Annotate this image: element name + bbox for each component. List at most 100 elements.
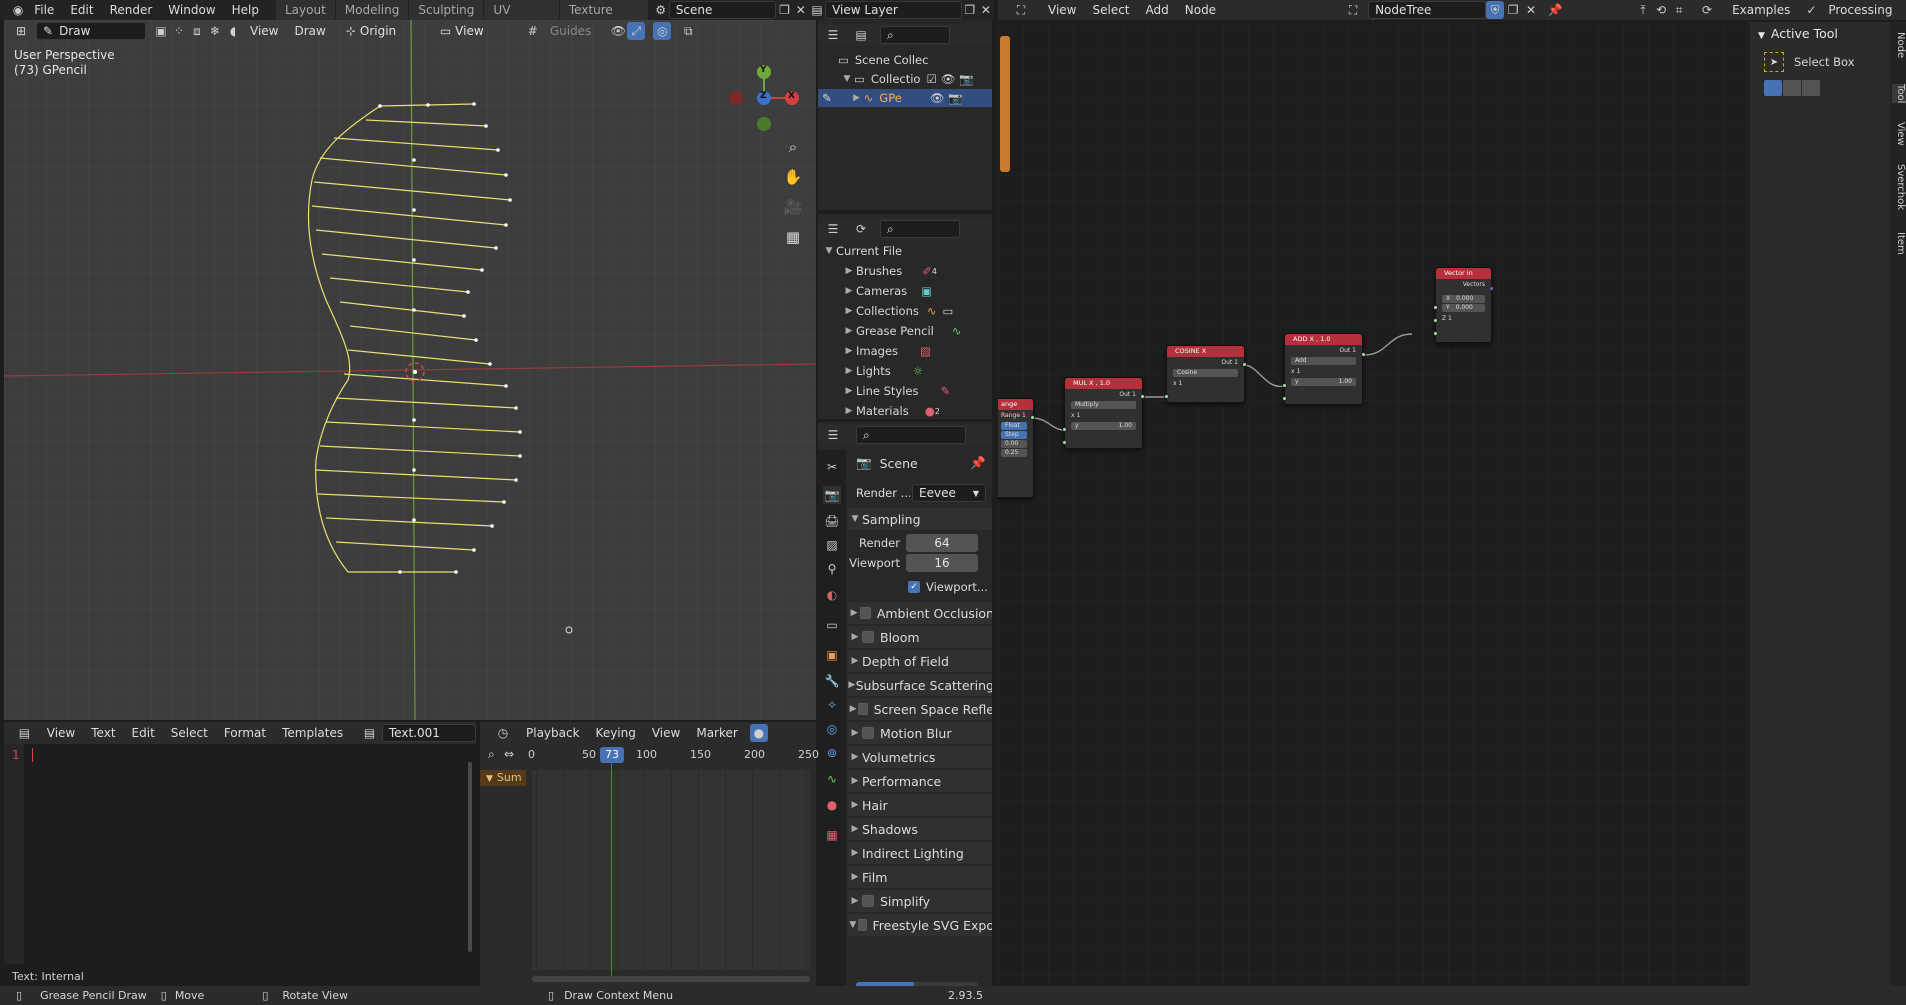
node-mul-y[interactable]: y 1.00 <box>1071 422 1136 430</box>
dopesheet-area[interactable] <box>532 770 810 970</box>
socket-cos-out[interactable] <box>1242 362 1247 367</box>
node-vector-in[interactable]: Vector in Vectors X 0.000 Y 0.000 Z 1 <box>1435 267 1492 343</box>
blendfile-lights[interactable]: ▶ Lights ☼ <box>818 362 923 380</box>
viewport-area[interactable]: ⊞ ✎ Draw ▣ ⁘ ⧈ ❄ ◖ View Draw ⊹ Origin ▭ Vie… <box>4 20 816 720</box>
panel-enable-checkbox[interactable] <box>860 607 871 619</box>
view-layer-selector[interactable]: View Layer <box>825 1 962 19</box>
blendfile-collections[interactable]: ▶ Collections ∿ ▭ <box>818 302 954 320</box>
record-icon[interactable]: ● <box>749 724 768 742</box>
node-add[interactable]: ADD X , 1.0 Out 1 Add x 1 y 1.00 <box>1284 333 1363 405</box>
timeline-hscrollbar[interactable] <box>532 976 810 982</box>
node-menu-node[interactable]: Node <box>1177 3 1224 17</box>
panel-expand-icon[interactable]: ▶ <box>848 632 862 642</box>
pan-hand-icon[interactable]: ✋ <box>782 168 804 190</box>
blendfile-images[interactable]: ▶ Images ▨ <box>818 342 931 360</box>
outliner-collection[interactable]: ▼ ▭ Collectio ☑ 👁 📷 <box>818 70 974 88</box>
panel-indirect-lighting[interactable]: ▶ Indirect Lighting <box>848 842 992 864</box>
node-close-icon[interactable]: ✕ <box>1522 1 1540 19</box>
node-vector-y[interactable]: Y 0.000 <box>1442 304 1485 312</box>
timeline-type-icon[interactable]: ◷ <box>494 724 512 742</box>
viewport-canvas[interactable] <box>4 20 816 720</box>
render-engine-dropdown[interactable]: Eevee ▼ <box>912 484 986 502</box>
node-cosine[interactable]: COSINE X Out 1 Cosine x 1 <box>1166 345 1245 403</box>
data-tab-icon[interactable]: ∿ <box>823 770 841 788</box>
text-menu-format[interactable]: Format <box>216 726 274 740</box>
effects-tab-icon[interactable]: ✧ <box>823 696 841 714</box>
timeline-menu-marker[interactable]: Marker <box>688 726 745 740</box>
socket-mul-y[interactable] <box>1062 440 1067 445</box>
panel-motion-blur[interactable]: ▶ Motion Blur <box>848 722 992 744</box>
mode-extend-icon[interactable] <box>1783 80 1801 96</box>
panel-enable-checkbox[interactable] <box>858 703 868 715</box>
processing-toggle[interactable]: Processing <box>1820 3 1894 17</box>
gizmo-icon[interactable]: ⤢ <box>627 22 646 40</box>
view-layer-icon[interactable]: ▤ <box>809 1 825 19</box>
copy-layer-icon[interactable]: ❐ <box>962 1 978 19</box>
summary-expand-icon[interactable]: ▼ <box>486 774 493 784</box>
fake-user-icon[interactable]: ⛨ <box>1486 1 1505 19</box>
object-tab-icon[interactable]: ▣ <box>823 646 841 664</box>
render-tab-icon[interactable]: 📷 <box>823 486 841 504</box>
gp-render-icon[interactable]: 📷 <box>948 91 962 105</box>
node-range-step[interactable]: Step <box>1001 431 1027 439</box>
node-range[interactable]: ange Range 1 Float Step 0.00 0.25 <box>998 398 1034 498</box>
blendfile-brushes[interactable]: ▶ Brushes ✐ 4 <box>818 262 937 280</box>
mode-selector[interactable]: ✎ Draw <box>36 22 146 40</box>
zoom-icon[interactable]: ⌕ <box>782 138 804 160</box>
panel-expand-icon[interactable]: ▶ <box>848 872 862 882</box>
node-menu-add[interactable]: Add <box>1138 3 1177 17</box>
editor-type-icon[interactable]: ⊞ <box>12 22 30 40</box>
close-icon[interactable]: ✕ <box>793 1 809 19</box>
panel-simplify[interactable]: ▶ Simplify <box>848 890 992 912</box>
node-cosine-operation[interactable]: Cosine <box>1173 369 1238 377</box>
world-tab-icon[interactable]: ◐ <box>823 586 841 604</box>
timeline-search-icon[interactable]: ⌕ <box>488 747 495 762</box>
socket-vec-x[interactable] <box>1433 305 1438 310</box>
timeline-menu-keying[interactable]: Keying <box>588 726 644 740</box>
panel-expand-icon[interactable]: ▶ <box>848 728 862 738</box>
current-frame-badge[interactable]: 73 <box>600 747 624 763</box>
checkbox-icon[interactable]: ☑ <box>926 72 936 86</box>
scene-tab-icon[interactable]: ⚲ <box>823 560 841 578</box>
parent-tree-icon[interactable]: ⤒ <box>1634 1 1652 19</box>
node-vector-x[interactable]: X 0.000 <box>1442 295 1485 303</box>
processing-check-icon[interactable]: ✓ <box>1802 1 1820 19</box>
viewport-denoise-row[interactable]: ✓ Viewport... <box>848 576 992 598</box>
text-menu-view[interactable]: View <box>39 726 83 740</box>
panel-screen-space-refle[interactable]: ▶ Screen Space Refle <box>848 698 992 720</box>
blendfile-current-file[interactable]: ▼ Current File <box>818 242 903 260</box>
socket-range-out[interactable] <box>1030 415 1035 420</box>
material-tab-icon[interactable]: ● <box>823 796 841 814</box>
panel-depth-of-field[interactable]: ▶ Depth of Field <box>848 650 992 672</box>
active-tool-panel-header[interactable]: ▼ Active Tool <box>1758 26 1838 41</box>
origin-selector[interactable]: ⊹ Origin <box>340 22 430 40</box>
tab-modeling[interactable]: Modeling <box>335 0 409 21</box>
menu-window[interactable]: Window <box>160 3 223 17</box>
node-menu-select[interactable]: Select <box>1084 3 1137 17</box>
outliner-scene-collection[interactable]: ▭ Scene Collec <box>818 51 928 69</box>
panel-expand-icon[interactable]: ▶ <box>848 656 862 666</box>
scene-icon[interactable]: ⚙ <box>653 1 669 19</box>
text-editor-type-icon[interactable]: ▤ <box>16 724 33 742</box>
panel-performance[interactable]: ▶ Performance <box>848 770 992 792</box>
visibility-icon[interactable]: 👁 <box>609 22 627 40</box>
socket-mul-x[interactable] <box>1062 427 1067 432</box>
panel-enable-checkbox[interactable] <box>862 895 874 907</box>
panel-hair[interactable]: ▶ Hair <box>848 794 992 816</box>
tab-uv-editing[interactable]: UV Editing <box>484 0 559 39</box>
node-copy-icon[interactable]: ❐ <box>1504 1 1522 19</box>
panel-expand-icon[interactable]: ▶ <box>848 704 858 714</box>
points-icon[interactable]: ⁘ <box>170 22 188 40</box>
side-tab-sverchok[interactable]: Sverchok <box>1892 164 1906 210</box>
node-editor[interactable]: ⛶ View Select Add Node ⛶ NodeTree ⛨ ❐ ✕ … <box>998 0 1906 986</box>
blendfile-type-icon[interactable]: ☰ <box>824 220 842 238</box>
menu-file[interactable]: File <box>26 3 62 17</box>
strokes-icon[interactable]: ⧈ <box>188 22 206 40</box>
tab-sculpting[interactable]: Sculpting <box>409 0 484 21</box>
panel-enable-checkbox[interactable] <box>862 631 874 643</box>
examples-menu[interactable]: Examples <box>1724 3 1798 17</box>
blendfile-materials[interactable]: ▶ Materials ● 2 <box>818 402 940 420</box>
display-mode-icon[interactable]: ▤ <box>852 26 870 44</box>
panel-expand-icon[interactable]: ▶ <box>848 680 856 690</box>
eye-icon[interactable]: 👁 <box>941 72 956 86</box>
